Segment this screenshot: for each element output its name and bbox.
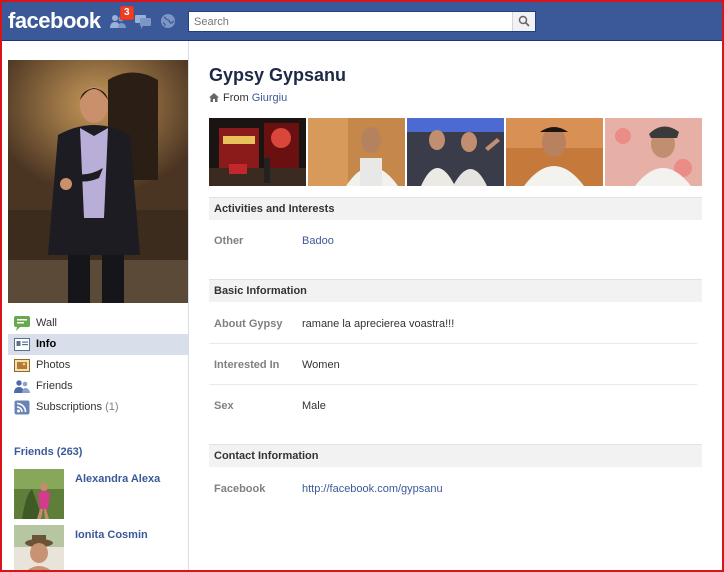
friends-section-title[interactable]: Friends (263) [14,446,82,458]
info-row-sex: Sex Male [209,385,697,426]
friend-name[interactable]: Ionita Cosmin [75,529,148,541]
nav-item-wall[interactable]: Wall [8,313,188,334]
nav-label: Wall [36,317,57,329]
nav-label: Friends [36,380,73,392]
photo-thumbnail[interactable] [209,118,306,186]
nav-label: Subscriptions [36,401,103,413]
friend-item[interactable]: Alexandra Alexa [14,469,188,521]
friend-avatar[interactable] [14,469,64,519]
nav-label: Info [36,338,57,350]
section-header-activities: Activities and Interests [209,197,702,220]
info-label: Sex [214,400,234,412]
nav-item-subscriptions[interactable]: Subscriptions (1) [8,397,188,418]
info-row-about: About Gypsy ramane la aprecierea voastra… [209,303,697,344]
photo-thumbnail[interactable] [506,118,603,186]
profile-nav: Wall Info Photos Friends Subscriptions (… [8,313,188,418]
nav-label: Photos [36,359,71,371]
browser-frame: facebook 3 Search Wall Info Photos Frien… [0,0,724,572]
notifications-globe-icon[interactable] [159,13,177,29]
info-value: Women [302,359,340,371]
photo-thumbnail[interactable] [407,118,504,186]
hometown-link[interactable]: Giurgiu [252,92,287,104]
info-row-facebook: Facebook http://facebook.com/gypsanu [209,468,697,509]
nav-item-photos[interactable]: Photos [8,355,188,376]
info-label: Facebook [214,483,266,495]
profile-picture[interactable] [8,60,188,303]
messages-icon[interactable] [134,13,152,29]
hometown-line: From Giurgiu [209,92,287,104]
facebook-url-link[interactable]: http://facebook.com/gypsanu [302,483,443,495]
wall-icon [14,316,30,331]
left-column: Wall Info Photos Friends Subscriptions (… [2,41,189,570]
info-value: ramane la aprecierea voastra!!! [302,318,455,330]
photo-strip [209,118,703,186]
friend-item[interactable]: Ionita Cosmin [14,525,188,570]
info-value-link[interactable]: Badoo [302,235,334,247]
rss-icon [14,400,30,415]
home-icon [209,93,219,102]
photo-thumbnail[interactable] [605,118,702,186]
friend-requests-badge[interactable]: 3 [120,6,134,20]
info-label: Interested In [214,359,280,371]
friend-avatar[interactable] [14,525,64,570]
info-main-content: Gypsy Gypsanu From Giurgiu Activities an… [189,41,722,570]
info-label: Other [214,235,244,247]
nav-item-friends[interactable]: Friends [8,376,188,397]
section-header-contact: Contact Information [209,444,702,467]
friends-icon [14,380,30,393]
search-input[interactable] [189,12,518,31]
search-button[interactable] [512,12,535,31]
subscriptions-count: (1) [105,401,119,413]
info-label: About Gypsy [214,318,283,330]
section-header-basic: Basic Information [209,279,702,302]
photo-thumbnail[interactable] [308,118,405,186]
top-bar: facebook 3 [2,2,722,41]
search-box[interactable] [188,11,536,32]
info-row-other: Other Badoo [209,220,697,261]
nav-item-info[interactable]: Info [8,334,188,355]
info-icon [14,338,30,351]
facebook-logo[interactable]: facebook [8,8,101,34]
friend-name[interactable]: Alexandra Alexa [75,473,160,485]
from-label: From [223,92,249,104]
search-icon [518,15,530,27]
info-row-interested-in: Interested In Women [209,344,697,385]
photos-icon [14,359,30,372]
profile-name[interactable]: Gypsy Gypsanu [209,65,346,86]
info-value: Male [302,400,326,412]
